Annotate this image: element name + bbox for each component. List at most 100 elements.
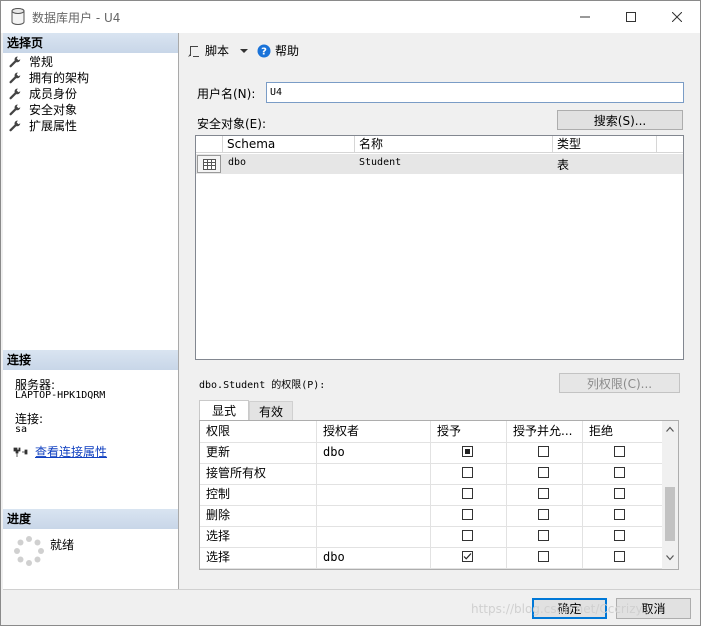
permission-grantor: dbo	[317, 442, 431, 463]
with-grant-checkbox[interactable]	[538, 509, 549, 520]
column-header-grant[interactable]: 授予	[431, 421, 507, 442]
tab-explicit[interactable]: 显式	[199, 400, 249, 420]
window-title: 数据库用户 - U4	[32, 11, 121, 25]
scroll-down-icon[interactable]	[666, 555, 674, 561]
deny-checkbox[interactable]	[614, 467, 625, 478]
with-grant-checkbox[interactable]	[538, 530, 549, 541]
column-header-with-grant[interactable]: 授予并允...	[507, 421, 583, 442]
column-header-type[interactable]: 类型	[553, 136, 657, 153]
connection-plug-icon	[13, 447, 28, 457]
permission-cell	[431, 547, 507, 568]
column-header-grantor[interactable]: 授权者	[317, 421, 431, 442]
permission-name: 更新	[200, 442, 317, 463]
permission-cell	[507, 442, 583, 463]
scroll-thumb[interactable]	[665, 487, 675, 541]
wrench-icon	[9, 72, 21, 84]
server-value: LAPTOP-HPK1DQRM	[15, 390, 106, 401]
wrench-icon	[9, 88, 21, 100]
permissions-label-wrap: dbo.Student 的权限(P):	[199, 376, 325, 391]
nav-page-owned-schemas[interactable]: 拥有的架构	[9, 70, 89, 86]
column-header-permission[interactable]: 权限	[200, 421, 317, 442]
grid-corner	[196, 136, 223, 153]
permissions-grid: 权限 授权者 授予 授予并允... 拒绝 更新 dbo 接管所有权 控制 删除 选择 选择 d…	[199, 420, 679, 570]
scroll-up-icon[interactable]	[666, 426, 674, 432]
username-input[interactable]	[266, 82, 684, 103]
wrench-icon	[9, 104, 21, 116]
nav-page-general[interactable]: 常规	[9, 54, 53, 70]
permission-grantor: dbo	[317, 547, 431, 568]
search-button[interactable]: 搜索(S)...	[557, 110, 683, 130]
with-grant-checkbox[interactable]	[538, 446, 549, 457]
table-row[interactable]: 选择 dbo	[200, 547, 662, 569]
minimize-icon	[580, 16, 590, 18]
help-icon: ?	[257, 44, 271, 57]
with-grant-checkbox[interactable]	[538, 488, 549, 499]
grant-checkbox[interactable]	[462, 467, 473, 478]
chevron-down-icon[interactable]	[239, 48, 249, 54]
tab-effective[interactable]: 有效	[249, 401, 293, 421]
grant-checkbox[interactable]	[462, 530, 473, 541]
nav-page-membership[interactable]: 成员身份	[9, 86, 77, 102]
table-row[interactable]: 删除	[200, 505, 662, 527]
minimize-button[interactable]	[562, 1, 608, 33]
check-icon	[463, 553, 472, 560]
maximize-button[interactable]	[608, 1, 654, 33]
securables-grid: Schema 名称 类型 dbo Student 表	[195, 135, 684, 360]
close-button[interactable]	[654, 1, 700, 33]
column-header-name[interactable]: 名称	[355, 136, 553, 153]
row-type: 表	[557, 158, 570, 172]
main-panel: 脚本 ? 帮助 用户名(N): 安全对象(E): 搜索(S)... Schema…	[179, 33, 700, 589]
permission-cell	[431, 526, 507, 547]
permission-name: 删除	[200, 505, 317, 526]
with-grant-checkbox[interactable]	[538, 467, 549, 478]
permission-grantor	[317, 463, 431, 484]
view-connection-link[interactable]: 查看连接属性	[35, 443, 107, 460]
permission-cell	[431, 442, 507, 463]
row-schema: dbo	[228, 157, 247, 168]
close-icon	[672, 12, 682, 22]
nav-page-securables[interactable]: 安全对象	[9, 102, 77, 118]
column-header-deny[interactable]: 拒绝	[583, 421, 659, 442]
title-bar: 数据库用户 - U4	[1, 1, 700, 33]
script-label: 脚本	[205, 44, 230, 58]
view-connection-properties[interactable]: 查看连接属性	[13, 443, 107, 460]
nav-page-label: 常规	[29, 55, 54, 69]
permissions-scrollbar[interactable]	[662, 421, 678, 569]
column-permissions-button[interactable]: 列权限(C)...	[559, 373, 680, 393]
deny-checkbox[interactable]	[614, 446, 625, 457]
progress-header: 进度	[3, 509, 178, 529]
with-grant-checkbox[interactable]	[538, 551, 549, 562]
database-icon	[11, 8, 25, 25]
table-row[interactable]: dbo Student 表	[196, 154, 683, 174]
grant-checkbox[interactable]	[462, 509, 473, 520]
help-label: 帮助	[275, 44, 300, 58]
grant-checkbox[interactable]	[462, 551, 473, 562]
connection-value: sa	[15, 424, 28, 435]
permissions-header-row: 权限 授权者 授予 授予并允... 拒绝	[200, 421, 662, 443]
deny-checkbox[interactable]	[614, 509, 625, 520]
column-header-schema[interactable]: Schema	[223, 136, 355, 153]
progress-status: 就绪	[50, 538, 75, 552]
connection-header: 连接	[3, 350, 178, 370]
watermark: https://blog.csdn.net/Cccrizy...	[471, 602, 653, 616]
table-row[interactable]: 接管所有权	[200, 463, 662, 485]
grant-checkbox[interactable]	[462, 488, 473, 499]
grant-checkbox[interactable]	[462, 446, 473, 457]
permission-name: 选择	[200, 547, 317, 568]
nav-page-extended-properties[interactable]: 扩展属性	[9, 118, 77, 134]
deny-checkbox[interactable]	[614, 530, 625, 541]
permission-cell	[431, 505, 507, 526]
table-row[interactable]: 更新 dbo	[200, 442, 662, 464]
deny-checkbox[interactable]	[614, 488, 625, 499]
deny-checkbox[interactable]	[614, 551, 625, 562]
permission-cell	[507, 484, 583, 505]
username-label: 用户名(N):	[197, 87, 256, 101]
script-button[interactable]: 脚本	[187, 42, 249, 59]
table-row[interactable]: 控制	[200, 484, 662, 506]
help-button[interactable]: ? 帮助	[257, 42, 299, 59]
securables-label: 安全对象(E):	[197, 117, 266, 131]
table-row[interactable]: 选择	[200, 526, 662, 548]
permission-name: 选择	[200, 526, 317, 547]
permission-cell	[507, 505, 583, 526]
nav-page-label: 拥有的架构	[29, 71, 90, 85]
